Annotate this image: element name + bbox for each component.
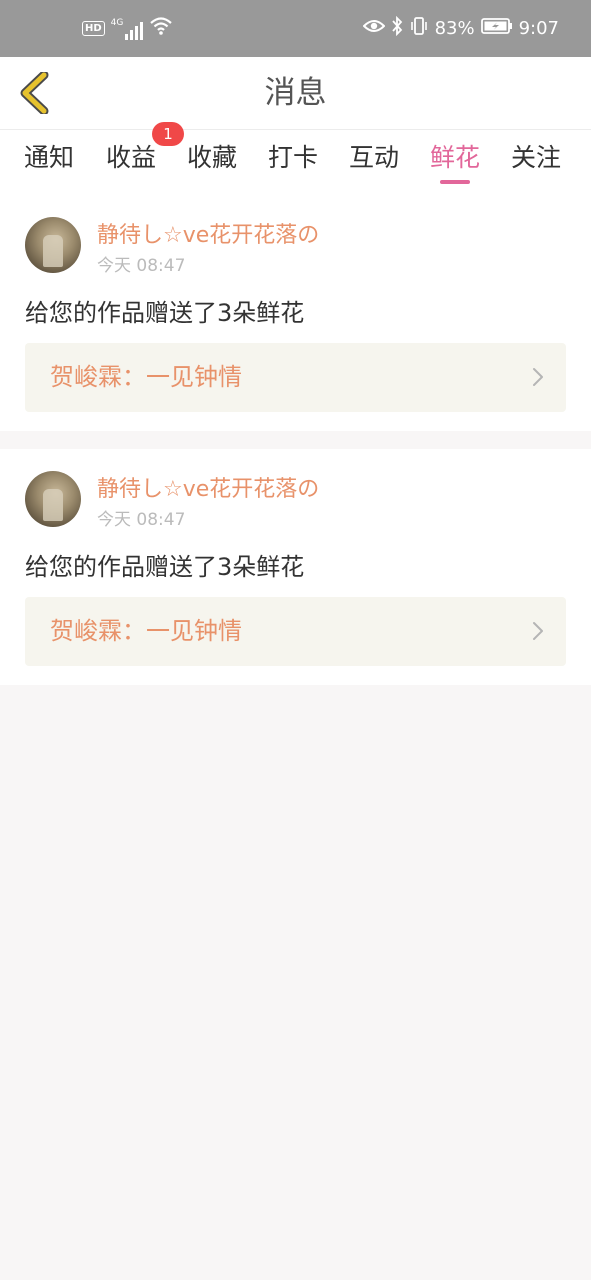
tab-checkin[interactable]: 打卡 (268, 130, 318, 192)
eye-icon (362, 18, 385, 39)
message-text: 给您的作品赠送了3朵鲜花 (25, 553, 305, 581)
work-link[interactable]: 贺峻霖：一见钟情 (25, 597, 566, 666)
status-right: 83% 9:07 (362, 0, 559, 57)
tab-bar: 通知 收益 1 收藏 打卡 互动 鲜花 关注 (0, 122, 591, 195)
page-title: 消息 (264, 75, 327, 111)
avatar[interactable] (25, 217, 81, 273)
battery-percent: 83% (434, 18, 475, 39)
tab-favorites[interactable]: 收藏 (187, 130, 237, 192)
work-title: 贺峻霖：一见钟情 (50, 363, 242, 391)
tab-interactions[interactable]: 互动 (349, 130, 399, 192)
tab-label: 收藏 (187, 143, 238, 172)
tab-following[interactable]: 关注 (511, 130, 561, 192)
username[interactable]: 静待し☆ve花开花落の (97, 471, 319, 503)
hd-badge: HD (82, 21, 105, 36)
timestamp: 今天 08:47 (97, 510, 186, 530)
work-title: 贺峻霖：一见钟情 (50, 617, 242, 645)
bluetooth-icon (391, 15, 403, 41)
back-button[interactable] (12, 69, 56, 117)
network-type-label: 4G (110, 17, 124, 28)
status-left: HD 4G (82, 0, 173, 57)
tab-label: 打卡 (268, 143, 319, 172)
tab-flowers[interactable]: 鲜花 (430, 130, 480, 192)
tab-label: 关注 (511, 143, 562, 172)
clock: 9:07 (518, 18, 559, 39)
vibrate-icon (409, 16, 429, 41)
tab-earnings[interactable]: 收益 1 (106, 122, 184, 192)
chevron-right-icon (533, 622, 543, 640)
chevron-right-icon (533, 368, 543, 386)
timestamp: 今天 08:47 (97, 256, 186, 276)
tab-label: 互动 (349, 143, 400, 172)
tab-label: 鲜花 (430, 143, 481, 172)
message-card: 静待し☆ve花开花落の 今天 08:47 给您的作品赠送了3朵鲜花 贺峻霖：一见… (0, 195, 591, 431)
signal-icon: 4G (111, 18, 144, 40)
message-card: 静待し☆ve花开花落の 今天 08:47 给您的作品赠送了3朵鲜花 贺峻霖：一见… (0, 449, 591, 685)
tab-notifications[interactable]: 通知 (24, 130, 74, 192)
username[interactable]: 静待し☆ve花开花落の (97, 217, 319, 249)
unread-badge: 1 (152, 122, 184, 146)
chevron-left-icon (20, 72, 49, 114)
header: 消息 (0, 57, 591, 129)
tab-label: 收益 (106, 143, 157, 172)
wifi-icon (149, 16, 173, 41)
message-text: 给您的作品赠送了3朵鲜花 (25, 299, 305, 327)
tab-label: 通知 (24, 143, 75, 172)
avatar[interactable] (25, 471, 81, 527)
status-bar: HD 4G 83% 9:07 (0, 0, 591, 57)
work-link[interactable]: 贺峻霖：一见钟情 (25, 343, 566, 412)
active-tab-indicator (440, 180, 470, 184)
battery-icon (480, 17, 513, 40)
